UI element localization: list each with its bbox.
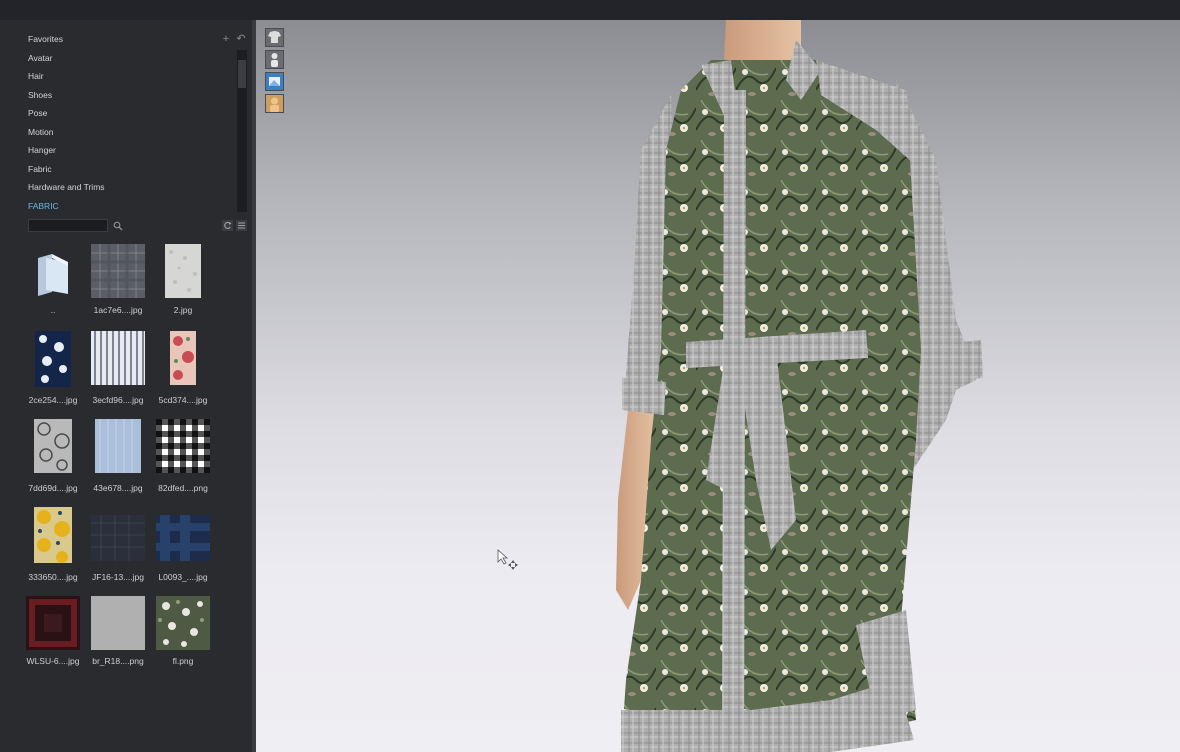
top-menu-bar [0, 0, 1180, 20]
fabric-thumbnail [91, 515, 145, 561]
file-name: fl.png [172, 656, 194, 666]
tree-item-hanger[interactable]: Hanger [28, 145, 56, 155]
tree-item-fabric-folder[interactable]: FABRIC [28, 201, 59, 211]
fabric-thumbnail [156, 515, 210, 561]
tree-item-motion[interactable]: Motion [28, 127, 54, 137]
avatar-render[interactable] [256, 20, 1180, 752]
library-search-input[interactable] [28, 219, 108, 232]
tree-item-shoes[interactable]: Shoes [28, 90, 52, 100]
tree-item-hardware-and-trims[interactable]: Hardware and Trims [28, 182, 105, 192]
fabric-thumbnail [91, 596, 145, 650]
add-favorite-icon[interactable]: + [220, 33, 232, 45]
fabric-thumbnail [156, 419, 210, 473]
file-name: 5cd374....jpg [158, 395, 208, 405]
fabric-thumbnail [156, 596, 210, 650]
tree-item-hair[interactable]: Hair [28, 71, 44, 81]
library-tree: Favorites Avatar Hair Shoes Pose Motion … [0, 24, 250, 214]
3d-viewport[interactable] [256, 20, 1180, 752]
fabric-thumbnail [34, 419, 72, 473]
back-arrow-icon[interactable]: ↶ [235, 33, 247, 45]
list-view-icon[interactable] [236, 220, 247, 231]
file-name: 2.jpg [173, 305, 193, 315]
search-icon[interactable] [113, 221, 123, 231]
folder-up-icon [38, 254, 68, 296]
tree-scrollbar[interactable] [237, 50, 247, 212]
library-search-row [0, 216, 252, 236]
move-cursor-icon [497, 549, 518, 570]
tree-item-avatar[interactable]: Avatar [28, 53, 52, 63]
fabric-thumbnail [165, 244, 201, 298]
refresh-icon[interactable] [222, 220, 233, 231]
fabric-thumbnail [95, 419, 141, 473]
tree-item-pose[interactable]: Pose [28, 108, 47, 118]
fabric-thumbnail [170, 331, 196, 385]
tree-item-fabric[interactable]: Fabric [28, 164, 52, 174]
fabric-thumbnail [91, 331, 145, 385]
file-name: L0093_....jpg [158, 572, 208, 582]
fabric-thumbnail [35, 331, 71, 387]
library-panel: Favorites Avatar Hair Shoes Pose Motion … [0, 20, 252, 752]
fabric-thumbnail [34, 507, 72, 563]
file-name: 82dfed....png [158, 483, 208, 493]
fabric-thumbnail [91, 244, 145, 298]
tree-item-favorites[interactable]: Favorites [28, 34, 63, 44]
tree-scrollbar-thumb[interactable] [238, 60, 246, 88]
fabric-thumbnail [26, 596, 80, 650]
